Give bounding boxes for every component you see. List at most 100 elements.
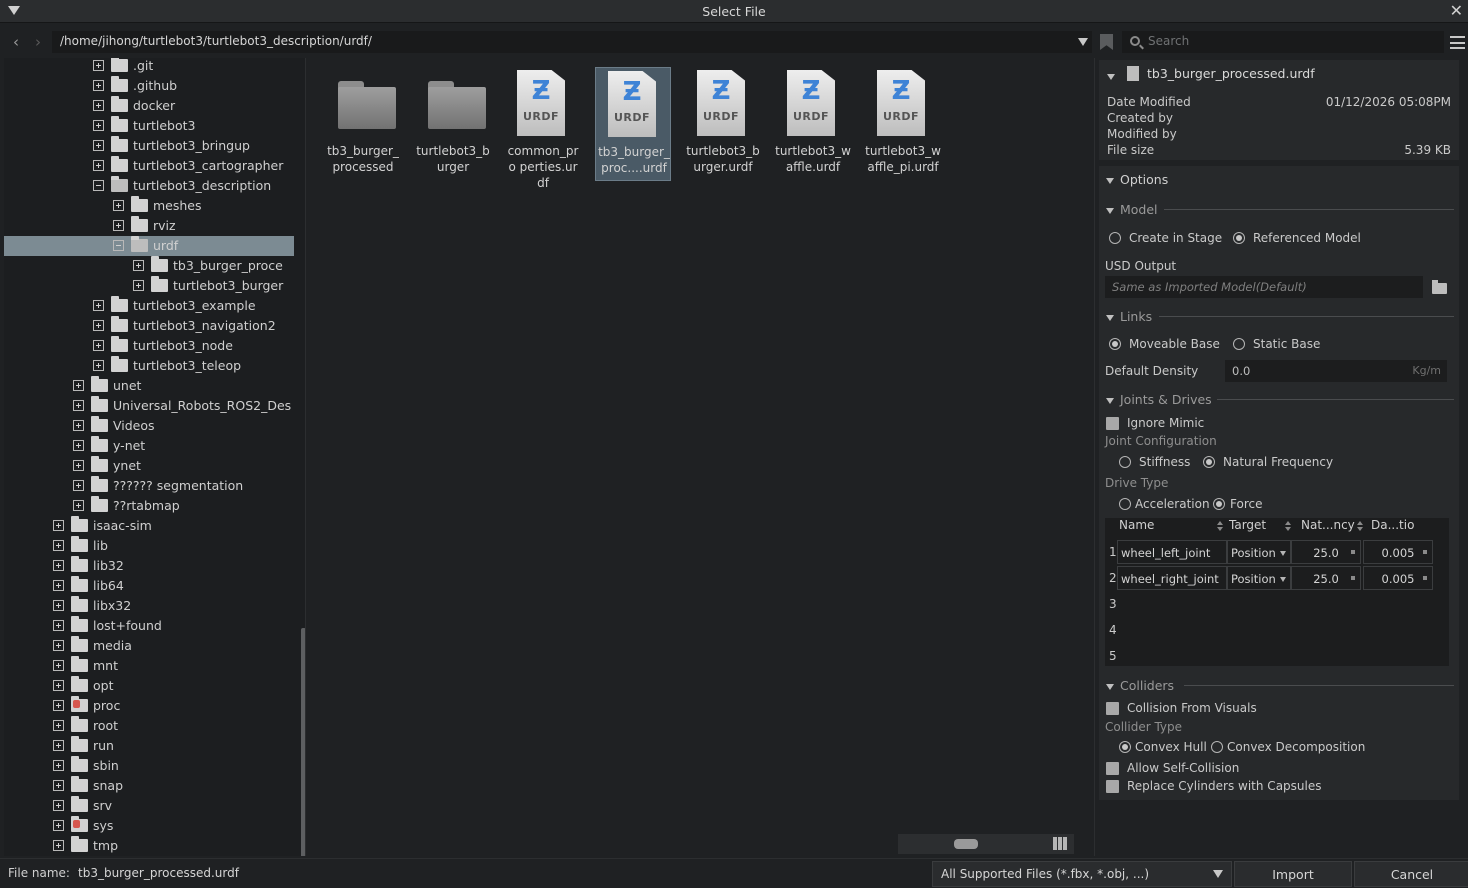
referenced-model-radio[interactable] <box>1233 232 1245 244</box>
tree-item[interactable]: docker <box>4 96 294 116</box>
options-header[interactable]: Options <box>1106 172 1168 187</box>
expand-icon[interactable] <box>73 480 84 491</box>
tree-item[interactable]: lib <box>4 536 294 556</box>
tree-item[interactable]: meshes <box>4 196 294 216</box>
folder-item[interactable]: tb3_burger_ processed <box>325 67 401 181</box>
tree-item[interactable]: lib64 <box>4 576 294 596</box>
tree-item[interactable]: isaac-sim <box>4 516 294 536</box>
folder-browse-icon[interactable] <box>1432 280 1447 294</box>
expand-icon[interactable] <box>73 440 84 451</box>
sort-icon[interactable] <box>1217 521 1223 531</box>
file-item[interactable]: Ƶ URDF turtlebot3_b urger.urdf <box>685 67 761 181</box>
collapse-icon[interactable] <box>113 240 124 251</box>
joints-drives-header[interactable]: Joints & Drives <box>1106 392 1212 407</box>
expand-icon[interactable] <box>53 700 64 711</box>
expand-icon[interactable] <box>53 820 64 831</box>
expand-icon[interactable] <box>53 640 64 651</box>
tree-item[interactable]: lost+found <box>4 616 294 636</box>
sort-icon[interactable] <box>1357 521 1363 531</box>
file-item[interactable]: Ƶ URDF tb3_burger_ proc....urdf <box>595 67 671 181</box>
expand-icon[interactable] <box>93 60 104 71</box>
collapse-arrow-icon[interactable] <box>1107 73 1115 80</box>
zoom-slider[interactable] <box>954 839 978 849</box>
tree-item[interactable]: sbin <box>4 756 294 776</box>
tree-item[interactable]: turtlebot3_node <box>4 336 294 356</box>
file-type-filter[interactable]: All Supported Files (*.fbx, *.obj, ...) <box>932 861 1232 887</box>
tree-item[interactable]: turtlebot3_navigation2 <box>4 316 294 336</box>
tree-item[interactable]: sys <box>4 816 294 836</box>
expand-icon[interactable] <box>73 500 84 511</box>
tree-item[interactable]: .github <box>4 76 294 96</box>
tree-item[interactable]: Videos <box>4 416 294 436</box>
create-in-stage-radio[interactable] <box>1109 232 1121 244</box>
expand-icon[interactable] <box>93 120 104 131</box>
expand-icon[interactable] <box>133 280 144 291</box>
natural-frequency-radio[interactable] <box>1203 456 1215 468</box>
tree-item[interactable]: y-net <box>4 436 294 456</box>
tree-item[interactable]: rviz <box>4 216 294 236</box>
joint-damping-input[interactable]: 0.005 <box>1363 566 1433 590</box>
joint-target-dropdown[interactable]: Position <box>1227 540 1291 564</box>
tree-item[interactable]: turtlebot3_description <box>4 176 294 196</box>
tree-item[interactable]: root <box>4 716 294 736</box>
search-input[interactable]: Search <box>1122 31 1444 53</box>
folder-item[interactable]: turtlebot3_b urger <box>415 67 491 181</box>
joint-damping-input[interactable]: 0.005 <box>1363 540 1433 564</box>
tree-item[interactable]: tmp <box>4 836 294 856</box>
expand-icon[interactable] <box>133 260 144 271</box>
joint-target-dropdown[interactable]: Position <box>1227 566 1291 590</box>
tree-item[interactable]: urdf <box>4 236 294 256</box>
expand-icon[interactable] <box>93 320 104 331</box>
tree-item[interactable]: turtlebot3_bringup <box>4 136 294 156</box>
path-dropdown-icon[interactable] <box>1078 38 1088 46</box>
expand-icon[interactable] <box>53 800 64 811</box>
usd-output-input[interactable]: Same as Imported Model(Default) <box>1105 276 1423 298</box>
expand-icon[interactable] <box>113 200 124 211</box>
tree-item[interactable]: mnt <box>4 656 294 676</box>
moveable-base-radio[interactable] <box>1109 338 1121 350</box>
tree-item[interactable]: opt <box>4 676 294 696</box>
expand-icon[interactable] <box>93 360 104 371</box>
expand-icon[interactable] <box>93 140 104 151</box>
expand-icon[interactable] <box>53 580 64 591</box>
cancel-button[interactable]: Cancel <box>1354 861 1468 887</box>
force-radio[interactable] <box>1213 498 1225 510</box>
expand-icon[interactable] <box>53 520 64 531</box>
file-item[interactable]: Ƶ URDF turtlebot3_w affle.urdf <box>775 67 851 181</box>
expand-icon[interactable] <box>93 80 104 91</box>
tree-item[interactable]: turtlebot3_burger <box>4 276 294 296</box>
file-name-input[interactable]: tb3_burger_processed.urdf <box>72 863 928 885</box>
grid-view-icon[interactable] <box>1053 837 1068 850</box>
ignore-mimic-checkbox[interactable] <box>1106 417 1119 430</box>
expand-icon[interactable] <box>53 780 64 791</box>
collision-from-visuals-checkbox[interactable] <box>1106 702 1119 715</box>
tree-item[interactable]: ??rtabmap <box>4 496 294 516</box>
convex-decomposition-radio[interactable] <box>1211 741 1223 753</box>
tree-item[interactable]: turtlebot3 <box>4 116 294 136</box>
model-header[interactable]: Model <box>1106 202 1158 217</box>
import-button[interactable]: Import <box>1234 861 1352 887</box>
convex-hull-radio[interactable] <box>1119 741 1131 753</box>
expand-icon[interactable] <box>113 220 124 231</box>
hamburger-menu-icon[interactable] <box>1450 36 1465 49</box>
column-header-damping[interactable]: Da...tio <box>1371 518 1414 538</box>
static-base-radio[interactable] <box>1233 338 1245 350</box>
tree-scrollbar[interactable] <box>301 628 305 856</box>
acceleration-radio[interactable] <box>1119 498 1131 510</box>
back-arrow-icon[interactable]: ‹ <box>9 34 23 50</box>
default-density-input[interactable]: 0.0 Kg/m <box>1225 360 1447 382</box>
sort-icon[interactable] <box>1285 521 1291 531</box>
forward-arrow-icon[interactable]: › <box>31 34 45 50</box>
tree-item[interactable]: unet <box>4 376 294 396</box>
expand-icon[interactable] <box>53 540 64 551</box>
expand-icon[interactable] <box>53 620 64 631</box>
joint-frequency-input[interactable]: 25.0 <box>1291 566 1361 590</box>
tree-item[interactable]: media <box>4 636 294 656</box>
path-input[interactable]: /home/jihong/turtlebot3/turtlebot3_descr… <box>52 31 1092 53</box>
links-header[interactable]: Links <box>1106 309 1152 324</box>
tree-item[interactable]: turtlebot3_cartographer <box>4 156 294 176</box>
expand-icon[interactable] <box>53 660 64 671</box>
tree-item[interactable]: turtlebot3_teleop <box>4 356 294 376</box>
expand-icon[interactable] <box>53 760 64 771</box>
joint-frequency-input[interactable]: 25.0 <box>1291 540 1361 564</box>
